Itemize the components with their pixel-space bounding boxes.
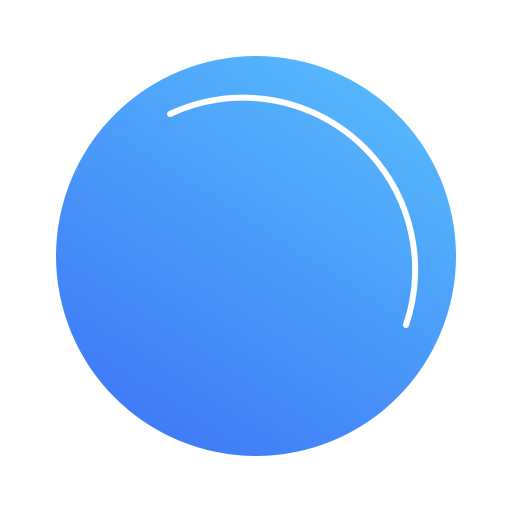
app-icon-canvas <box>0 0 512 512</box>
blue-sphere-icon <box>56 56 456 456</box>
sphere-body <box>56 56 456 456</box>
